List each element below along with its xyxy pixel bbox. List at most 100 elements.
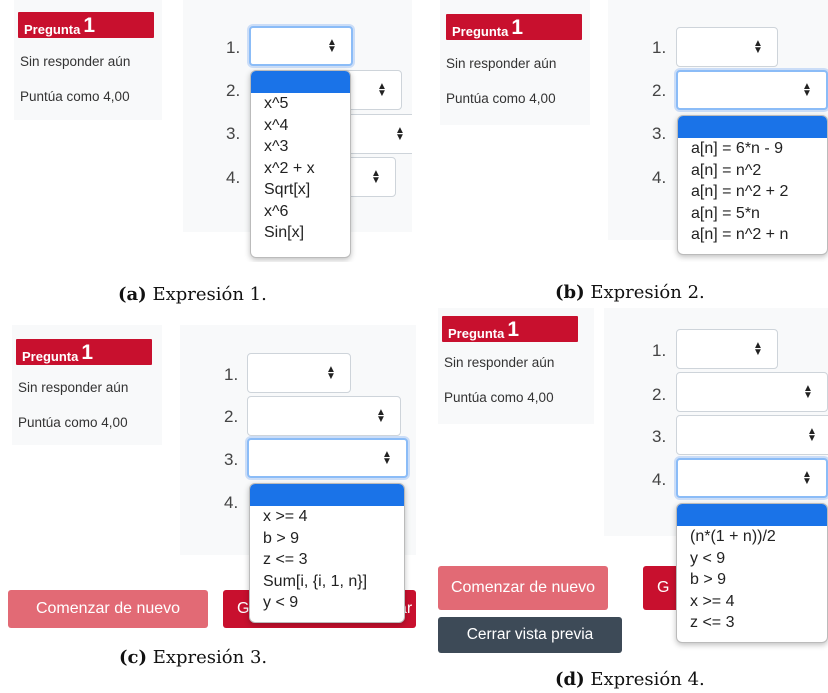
panel-d: Pregunta 1 Sin responder aún Puntúa como … (432, 308, 828, 653)
dropdown-option[interactable]: y < 9 (677, 548, 827, 570)
caption-text: Expresión 4. (590, 669, 705, 690)
panel-b: Pregunta 1 Sin responder aún Puntúa como … (430, 0, 828, 262)
row-label-1: 1. (226, 38, 241, 57)
caption-tag: (b) (555, 282, 585, 303)
dropdown-option[interactable]: x^5 (251, 93, 350, 115)
row-label-2: 2. (224, 407, 239, 426)
row-label-4: 4. (652, 470, 667, 489)
dropdown-option[interactable]: Sqrt[x] (251, 179, 350, 201)
question-badge: Pregunta 1 (446, 14, 582, 40)
start-over-label: Comenzar de nuevo (450, 579, 596, 596)
row-label-2: 2. (652, 81, 667, 100)
dropdown-list[interactable]: x^5 x^4 x^3 x^2 + x Sqrt[x] x^6 Sin[x] (250, 70, 351, 258)
score-text: Puntúa como 4,00 (444, 390, 554, 405)
dropdown-option[interactable]: a[n] = 5*n (678, 203, 827, 225)
dropdown-option[interactable]: z <= 3 (250, 549, 404, 571)
question-badge: Pregunta 1 (442, 316, 578, 342)
dropdown-option-empty[interactable] (678, 116, 827, 138)
dropdown-option[interactable]: a[n] = 6*n - 9 (678, 138, 827, 160)
select-arrows-icon: ▲ ▼ (802, 81, 812, 99)
row-label-3: 3. (652, 124, 667, 143)
select-4[interactable]: ▲ ▼ (676, 458, 828, 498)
dropdown-option[interactable]: y < 9 (250, 592, 404, 614)
dropdown-option[interactable]: z <= 3 (677, 612, 827, 634)
question-info: Pregunta 1 Sin responder aún Puntúa como … (438, 308, 594, 424)
dropdown-option[interactable]: a[n] = n^2 + n (678, 224, 827, 246)
dropdown-option[interactable]: Sum[i, {i, 1, n}] (250, 571, 404, 593)
select-2[interactable]: ▲ ▼ (676, 372, 828, 412)
caption-tag: (a) (118, 284, 147, 305)
dropdown-option[interactable]: x^3 (251, 136, 350, 158)
score-text: Puntúa como 4,00 (446, 91, 556, 106)
caption-d: (d) Expresión 4. (555, 669, 705, 690)
dropdown-option-empty[interactable] (251, 71, 350, 93)
badge-number: 1 (83, 14, 96, 37)
dropdown-option-empty[interactable] (250, 484, 404, 506)
select-3[interactable]: ▲ ▼ (676, 415, 828, 455)
partial-button-label-left: G (237, 600, 250, 617)
select-arrows-icon: ▲ ▼ (327, 37, 337, 55)
select-1[interactable]: ▲ ▼ (676, 27, 778, 67)
question-info: Pregunta 1 Sin responder aún Puntúa como … (440, 0, 590, 125)
dropdown-option[interactable]: x^2 + x (251, 158, 350, 180)
select-arrows-icon: ▲ ▼ (807, 426, 817, 444)
row-label-1: 1. (652, 341, 667, 360)
caption-a: (a) Expresión 1. (118, 284, 267, 305)
dropdown-option[interactable]: b > 9 (250, 528, 404, 550)
dropdown-option[interactable]: a[n] = n^2 + 2 (678, 181, 827, 203)
select-arrows-icon: ▲ ▼ (382, 449, 392, 467)
select-arrows-icon: ▲ ▼ (371, 168, 381, 186)
row-label-4: 4. (652, 168, 667, 187)
select-2[interactable]: ▲ ▼ (676, 70, 828, 110)
dropdown-option[interactable]: Sin[x] (251, 222, 350, 244)
caption-text: Expresión 2. (590, 282, 705, 303)
dropdown-option[interactable]: (n*(1 + n))/2 (677, 526, 827, 548)
row-label-4: 4. (224, 493, 239, 512)
select-1[interactable]: ▲ ▼ (247, 353, 351, 393)
select-arrows-icon: ▲ ▼ (377, 81, 387, 99)
select-arrows-icon: ▲ ▼ (753, 340, 763, 358)
dropdown-option[interactable]: x >= 4 (250, 506, 404, 528)
row-label-3: 3. (652, 427, 667, 446)
start-over-label: Comenzar de nuevo (35, 600, 181, 617)
row-label-4: 4. (226, 168, 241, 187)
dropdown-list[interactable]: a[n] = 6*n - 9 a[n] = n^2 a[n] = n^2 + 2… (677, 115, 828, 255)
status-text: Sin responder aún (444, 355, 555, 370)
partial-button-label-left: G (657, 579, 670, 596)
badge-number: 1 (511, 16, 524, 39)
select-1[interactable]: ▲ ▼ (676, 329, 778, 369)
dropdown-list[interactable]: x >= 4 b > 9 z <= 3 Sum[i, {i, 1, n}] y … (249, 483, 405, 623)
status-text: Sin responder aún (20, 54, 131, 69)
dropdown-list[interactable]: (n*(1 + n))/2 y < 9 b > 9 x >= 4 z <= 3 (676, 503, 828, 643)
close-preview-label: Cerrar vista previa (466, 626, 594, 643)
caption-b: (b) Expresión 2. (555, 282, 705, 303)
select-3[interactable]: ▲ ▼ (247, 438, 408, 478)
badge-label: Pregunta (24, 22, 81, 37)
dropdown-option[interactable]: x^4 (251, 115, 350, 137)
status-text: Sin responder aún (18, 380, 129, 395)
row-label-2: 2. (652, 385, 667, 404)
select-2[interactable]: ▲ ▼ (247, 396, 401, 436)
status-text: Sin responder aún (446, 56, 557, 71)
panel-a: Pregunta 1 Sin responder aún Puntúa como … (0, 0, 412, 262)
start-over-button[interactable]: Comenzar de nuevo (438, 566, 608, 610)
question-badge: Pregunta 1 (18, 12, 154, 38)
row-label-3: 3. (226, 124, 241, 143)
dropdown-option[interactable]: a[n] = n^2 (678, 160, 827, 182)
select-arrows-icon: ▲ ▼ (803, 383, 813, 401)
select-arrows-icon: ▲ ▼ (753, 38, 763, 56)
dropdown-option[interactable]: x^6 (251, 201, 350, 223)
caption-tag: (c) (119, 647, 147, 668)
dropdown-option[interactable]: x >= 4 (677, 591, 827, 613)
select-1[interactable]: ▲ ▼ (249, 26, 353, 66)
caption-c: (c) Expresión 3. (119, 647, 267, 668)
select-arrows-icon: ▲ ▼ (376, 407, 386, 425)
select-arrows-icon: ▲ ▼ (395, 125, 405, 143)
close-preview-button[interactable]: Cerrar vista previa (438, 617, 622, 653)
start-over-button[interactable]: Comenzar de nuevo (8, 590, 208, 628)
question-info: Pregunta 1 Sin responder aún Puntúa como … (12, 325, 162, 445)
score-text: Puntúa como 4,00 (20, 89, 130, 104)
badge-number: 1 (81, 341, 94, 364)
dropdown-option-empty[interactable] (677, 504, 827, 526)
dropdown-option[interactable]: b > 9 (677, 569, 827, 591)
